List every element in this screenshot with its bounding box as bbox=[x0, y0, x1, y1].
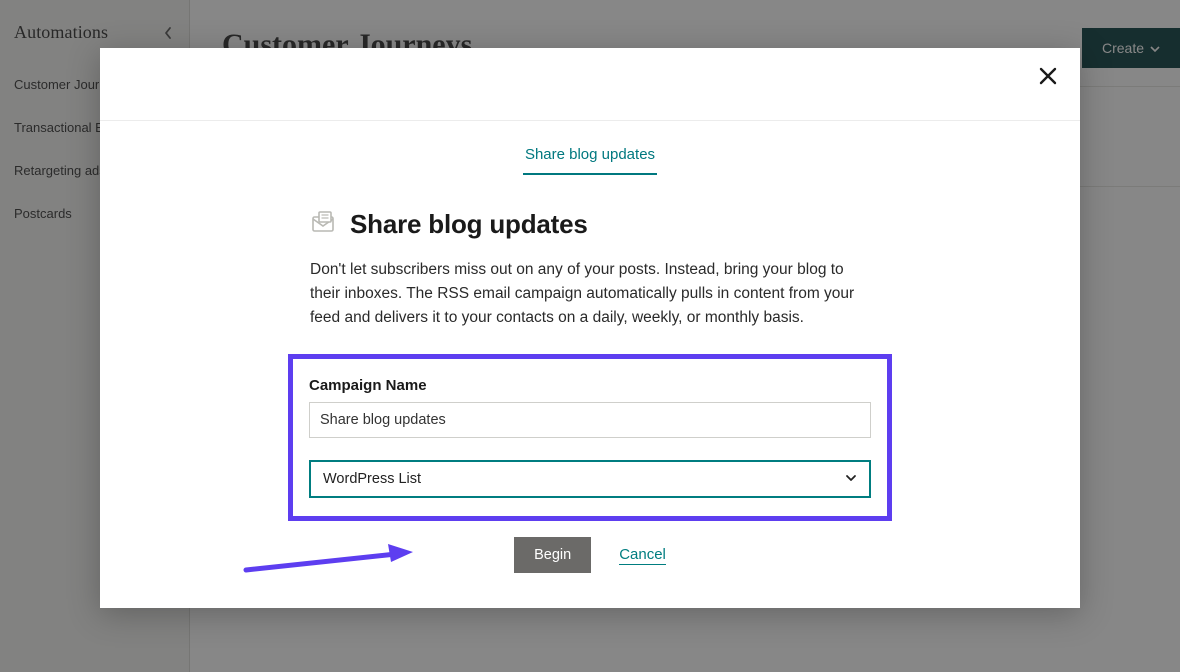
begin-button[interactable]: Begin bbox=[514, 537, 591, 573]
tab-label: Share blog updates bbox=[525, 146, 655, 163]
cancel-link[interactable]: Cancel bbox=[619, 546, 666, 565]
list-select-value: WordPress List bbox=[323, 471, 857, 487]
annotation-highlight-box: Campaign Name WordPress List bbox=[288, 354, 892, 521]
modal-body: Share blog updates Share blog updates Do… bbox=[100, 140, 1080, 573]
modal-content: Share blog updates Don't let subscribers… bbox=[310, 209, 870, 573]
close-icon bbox=[1038, 66, 1058, 86]
close-button[interactable] bbox=[1038, 66, 1058, 86]
modal-description: Don't let subscribers miss out on any of… bbox=[310, 258, 870, 330]
share-blog-updates-modal: Share blog updates Share blog updates Do… bbox=[100, 48, 1080, 608]
chevron-down-icon bbox=[845, 470, 857, 488]
campaign-name-input[interactable] bbox=[309, 402, 871, 438]
campaign-name-label: Campaign Name bbox=[309, 377, 871, 394]
modal-heading: Share blog updates bbox=[350, 209, 588, 240]
tab-share-blog-updates[interactable]: Share blog updates bbox=[523, 140, 657, 175]
divider bbox=[100, 120, 1080, 121]
begin-button-label: Begin bbox=[534, 547, 571, 563]
list-select[interactable]: WordPress List bbox=[309, 460, 871, 498]
modal-actions: Begin Cancel bbox=[310, 537, 870, 573]
envelope-document-icon bbox=[310, 209, 336, 240]
heading-row: Share blog updates bbox=[310, 209, 870, 240]
cancel-link-label: Cancel bbox=[619, 546, 666, 563]
